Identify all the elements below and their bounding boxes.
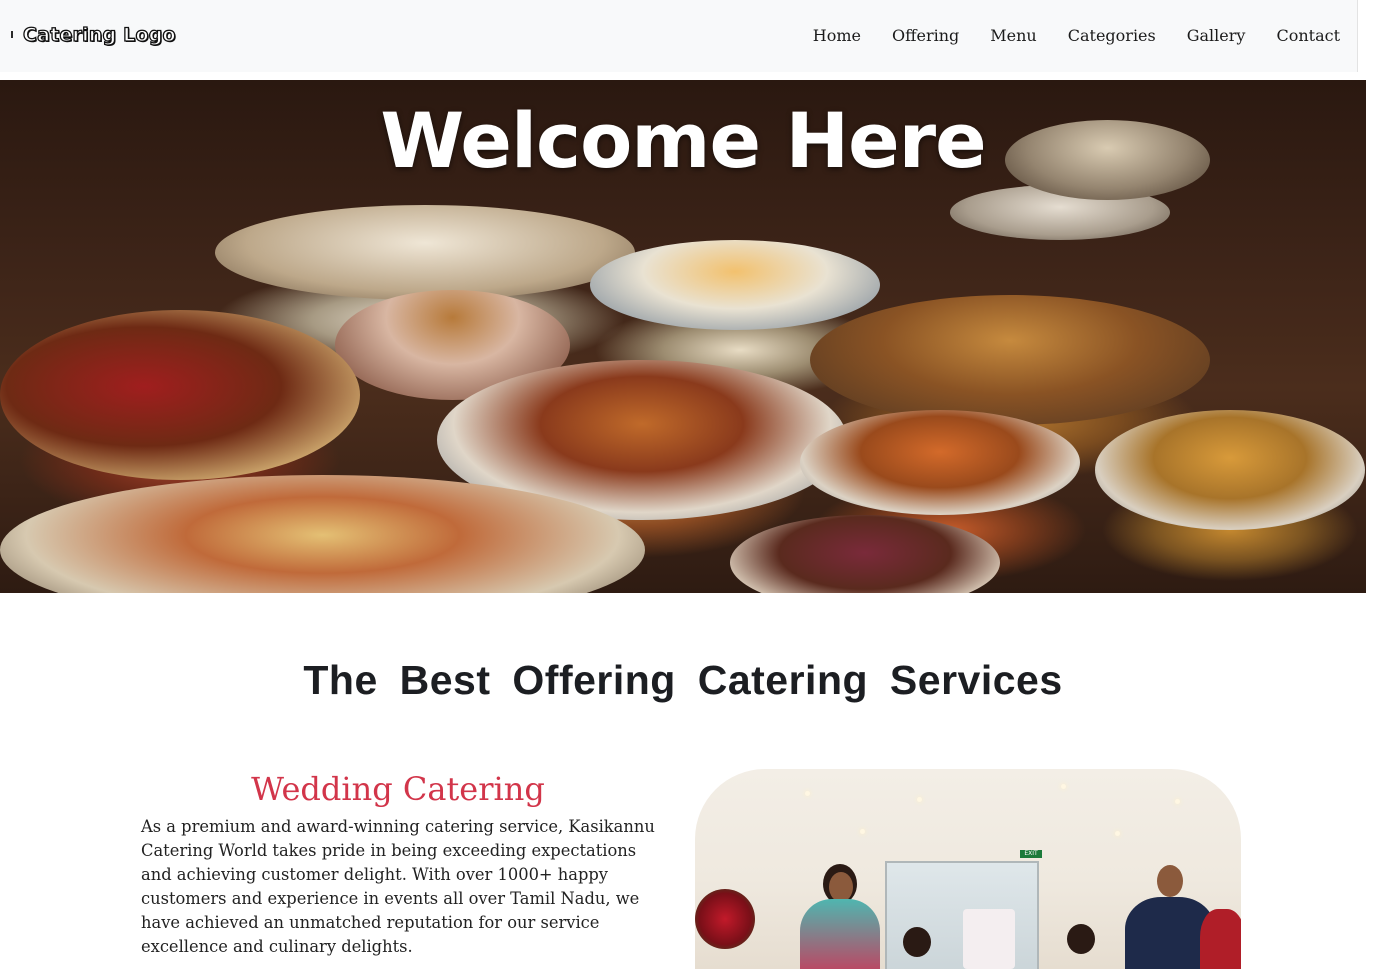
food-bowl [800,410,1080,515]
nav-offering[interactable]: Offering [892,26,959,45]
navbar: Catering Logo Home Offering Menu Categor… [0,0,1358,72]
food-bowl [1095,410,1365,530]
site-logo[interactable]: Catering Logo [22,23,176,46]
service-title: Wedding Catering [251,770,545,808]
ceiling-light [1175,799,1180,804]
flower-arrangement [695,889,755,949]
ceiling-light [917,797,922,802]
food-bowl [810,295,1210,425]
exit-sign: EXIT [1020,850,1042,858]
hero-title: Welcome Here [380,96,986,185]
guest-figure [1200,909,1241,969]
service-description: As a premium and award-winning catering … [141,817,655,956]
food-bowl [590,240,880,330]
nav-home[interactable]: Home [813,26,861,45]
ceiling-light [860,829,865,834]
food-bowl [730,515,1000,593]
nav-gallery[interactable]: Gallery [1187,26,1246,45]
guest-face [829,872,853,902]
ceiling-light [1115,831,1120,836]
nav-links: Home Offering Menu Categories Gallery Co… [782,26,1340,45]
guest-figure [800,899,880,969]
logo-mark [11,31,13,38]
guest-head [903,927,931,957]
welcome-board [963,909,1015,969]
ceiling-light [1061,784,1066,789]
nav-contact[interactable]: Contact [1276,26,1340,45]
food-bowl [0,310,360,480]
section-title: The Best Offering Catering Services [303,657,1063,703]
nav-menu[interactable]: Menu [990,26,1036,45]
nav-categories[interactable]: Categories [1068,26,1156,45]
guest-head [1067,924,1095,954]
hero-banner-image: Welcome Here [0,80,1366,593]
food-bowl [215,205,635,300]
ceiling-light [805,791,810,796]
wedding-catering-image: EXIT [695,769,1241,969]
guest-face [1157,865,1183,897]
